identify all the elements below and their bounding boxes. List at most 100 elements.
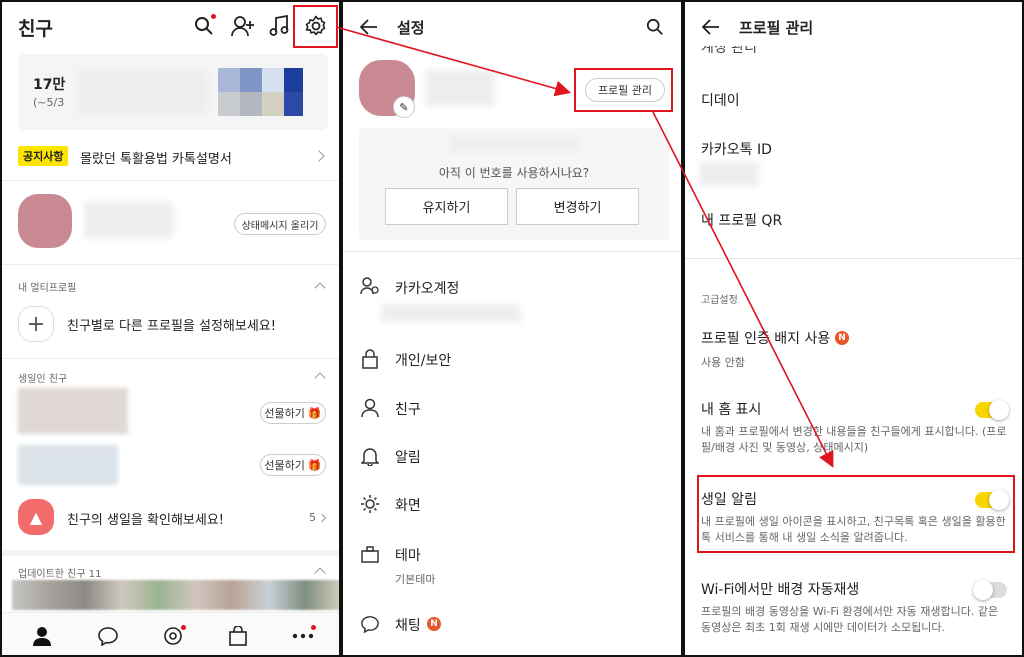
partial-label: 계정 관리 — [701, 46, 757, 56]
section-title: 생일인 친구 — [18, 374, 68, 385]
birthday-notify-toggle[interactable] — [975, 490, 1009, 510]
view-tab-icon[interactable] — [160, 625, 186, 647]
notice-row[interactable]: 공지사항 몰랐던 톡활용법 카톡설명서 — [18, 145, 328, 167]
menu-item-display[interactable]: 화면 — [343, 485, 681, 525]
theme-icon — [359, 543, 381, 565]
blurred-email — [381, 304, 521, 322]
birthday-notify-setting: 생일 알림 내 프로필에 생일 아이콘을 표시하고, 친구목록 혹은 생일을 활… — [685, 484, 1022, 549]
shopping-tab-icon[interactable] — [226, 625, 250, 647]
phone-question: 아직 이 번호를 사용하시나요? — [438, 166, 590, 180]
toggle-knob — [989, 490, 1009, 510]
menu-sublabel: 기본테마 — [395, 573, 436, 586]
chevron-up-icon[interactable] — [314, 372, 326, 384]
back-arrow-icon[interactable] — [699, 15, 723, 39]
menu-item-friends[interactable]: 친구 — [343, 389, 681, 429]
profile-manage-highlight — [574, 68, 673, 112]
lock-icon — [359, 348, 381, 370]
menu-item-privacy[interactable]: 개인/보안 — [343, 340, 681, 380]
birthday-count: 5 — [309, 511, 316, 524]
gift-icon: 🎁 — [307, 406, 322, 420]
gift-button[interactable]: 선물하기 🎁 — [260, 402, 326, 424]
change-number-button[interactable]: 변경하기 — [516, 188, 639, 225]
toggle-knob — [973, 580, 993, 600]
section-title: 업데이트한 친구 11 — [18, 569, 102, 580]
setting-value: 사용 안함 — [701, 356, 745, 369]
dday-item[interactable]: 디데이 — [701, 90, 740, 110]
updated-friends-strip[interactable] — [12, 580, 339, 610]
banner-sub: (~5/3 — [33, 96, 65, 109]
toggle-knob — [989, 400, 1009, 420]
page-title: 프로필 관리 — [739, 19, 814, 37]
setting-title: 생일 알림 — [701, 492, 757, 508]
promo-banner[interactable]: 17만 (~5/3 — [18, 54, 328, 130]
cake-icon: ▲ — [18, 499, 54, 535]
chevron-right-icon — [313, 150, 325, 162]
wifi-autoplay-setting: Wi-Fi에서만 배경 자동재생 프로필의 배경 동영상을 Wi-Fi 환경에서… — [685, 574, 1022, 644]
chevron-up-icon[interactable] — [314, 282, 326, 294]
qr-item[interactable]: 내 프로필 QR — [701, 210, 782, 230]
divider — [2, 264, 339, 265]
menu-label: 알림 — [395, 450, 421, 466]
blurred-name — [425, 70, 495, 106]
keep-number-button[interactable]: 유지하기 — [385, 188, 508, 225]
brightness-icon — [359, 493, 381, 515]
new-badge: N — [835, 331, 849, 345]
partial-row: 계정 관리 — [685, 46, 1022, 62]
setting-description: 내 홈과 프로필에서 변경한 내용들을 친구들에게 표시합니다. (프로필/배경… — [701, 425, 1007, 454]
search-icon[interactable] — [643, 15, 667, 39]
menu-item-chat[interactable]: 채팅 N — [343, 605, 681, 645]
menu-item-notifications[interactable]: 알림 — [343, 437, 681, 477]
page-title: 친구 — [18, 18, 53, 40]
menu-label: 친구 — [395, 402, 421, 418]
section-title: 내 멀티프로필 — [18, 283, 77, 294]
banner-count: 17만 — [33, 77, 66, 93]
section-gap — [2, 550, 339, 556]
divider — [343, 251, 681, 252]
edit-icon[interactable]: ✎ — [393, 96, 415, 118]
notice-badge: 공지사항 — [18, 146, 69, 166]
home-display-toggle[interactable] — [975, 400, 1009, 420]
menu-label: 개인/보안 — [395, 353, 452, 369]
account-icon — [359, 275, 381, 297]
verified-badge-setting[interactable]: 프로필 인증 배지 사용 N 사용 안함 — [685, 320, 1022, 370]
kakao-id-item[interactable]: 카카오톡 ID — [701, 139, 772, 159]
search-icon[interactable] — [192, 14, 216, 38]
chevron-up-icon[interactable] — [314, 567, 326, 579]
menu-label: 테마 — [395, 548, 421, 564]
banner-image — [218, 68, 303, 116]
blurred-content — [78, 70, 208, 114]
menu-label: 카카오계정 — [395, 281, 460, 297]
bell-icon — [359, 445, 381, 467]
gift-button[interactable]: 선물하기 🎁 — [260, 454, 326, 476]
friend-avatar-blurred — [18, 445, 118, 485]
multi-profile-text[interactable]: 친구별로 다른 프로필을 설정해보세요! — [67, 315, 276, 334]
more-tab-icon[interactable] — [290, 625, 316, 647]
phone-check-card: 아직 이 번호를 사용하시나요? 유지하기 변경하기 — [359, 128, 669, 240]
page-title: 설정 — [397, 19, 425, 37]
menu-label: 화면 — [395, 498, 421, 514]
new-dot — [211, 14, 216, 19]
home-display-setting: 내 홈 표시 내 홈과 프로필에서 변경한 내용들을 친구들에게 표시합니다. … — [685, 394, 1022, 464]
new-badge: N — [427, 617, 441, 631]
blurred-phone — [449, 136, 579, 152]
blurred-id — [699, 162, 759, 186]
gift-icon: 🎁 — [307, 458, 322, 472]
status-message-button[interactable]: 상태메시지 올리기 — [234, 213, 326, 235]
avatar[interactable] — [18, 194, 72, 248]
menu-label: 채팅 — [395, 618, 421, 634]
person-icon — [359, 397, 381, 419]
music-icon[interactable] — [267, 14, 291, 38]
menu-item-kakao-account[interactable]: 카카오계정 — [343, 266, 681, 326]
profile-manage-screen: 프로필 관리 계정 관리 디데이 카카오톡 ID 내 프로필 QR 고급설정 프… — [683, 0, 1024, 657]
wifi-autoplay-toggle[interactable] — [973, 580, 1007, 600]
chat-tab-icon[interactable] — [96, 625, 120, 647]
gift-button-label: 선물하기 — [264, 407, 305, 420]
friends-tab-icon[interactable] — [30, 625, 54, 647]
gear-highlight — [293, 5, 338, 48]
add-icon[interactable]: + — [18, 306, 54, 342]
setting-description: 프로필의 배경 동영상을 Wi-Fi 환경에서만 자동 재생합니다. 같은 동영… — [701, 605, 999, 634]
menu-item-theme[interactable]: 테마 기본테마 — [343, 535, 681, 591]
back-arrow-icon[interactable] — [357, 15, 381, 39]
add-friend-icon[interactable] — [230, 14, 256, 38]
birthday-check-text[interactable]: 친구의 생일을 확인해보세요! — [67, 509, 224, 528]
